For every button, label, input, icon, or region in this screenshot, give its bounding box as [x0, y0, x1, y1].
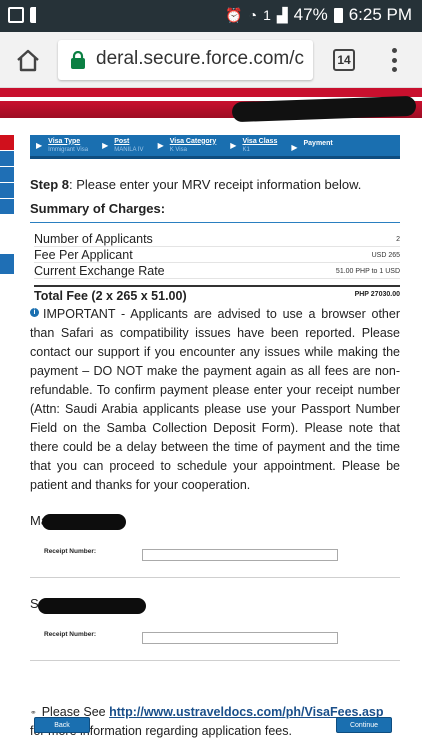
charge-label: Number of Applicants: [34, 232, 153, 246]
total-fee-row: Total Fee (2 x 265 x 51.00) PHP 27030.00: [34, 285, 400, 303]
flipboard-notification-icon: [30, 7, 46, 23]
side-nav-item[interactable]: [0, 254, 14, 274]
play-icon: ▶: [230, 140, 237, 150]
step-subtitle: Immigrant Visa: [48, 146, 89, 153]
table-row: Current Exchange Rate 51.00 PHP to 1 USD: [34, 263, 400, 279]
play-icon: ▶: [157, 140, 164, 150]
side-nav: [0, 135, 14, 275]
wifi-icon: ◔: [248, 7, 258, 23]
charge-label: Fee Per Applicant: [34, 248, 133, 262]
battery-icon: [333, 7, 343, 23]
step-visa-category[interactable]: ▶ Visa Category K Visa: [158, 138, 217, 154]
home-button[interactable]: [14, 46, 42, 74]
table-row: Number of Applicants 2: [34, 231, 400, 247]
play-icon: ▶: [102, 140, 109, 150]
lock-icon: [71, 51, 85, 69]
step-subtitle: K Visa: [169, 146, 187, 153]
step-title: Visa Type: [48, 137, 81, 145]
receipt-label: Receipt Number:: [44, 630, 97, 638]
step-title: Visa Category: [169, 137, 217, 145]
continue-button[interactable]: Continue: [336, 717, 392, 733]
status-bar: ⏰ ◔ 1 ▟ 47% 6:25 PM: [0, 0, 422, 32]
summary-title: Summary of Charges:: [30, 201, 400, 223]
home-icon: [17, 49, 39, 72]
sim-icon: 1: [263, 7, 271, 23]
important-notice: i IMPORTANT - Applicants are advised to u…: [30, 305, 400, 495]
step-subtitle: K1: [242, 146, 250, 153]
step-number: Step 8: [30, 177, 70, 192]
receipt-field-row: Receipt Number:: [44, 541, 400, 561]
divider: [30, 660, 400, 661]
table-row: Fee Per Applicant USD 265: [34, 247, 400, 263]
web-page: ▶ Visa Type Immigrant Visa ▶ Post MANILA…: [0, 88, 422, 750]
redaction-mark: [38, 598, 146, 614]
side-nav-item[interactable]: [0, 135, 14, 150]
receipt-number-input[interactable]: [142, 632, 338, 644]
charges-table: Number of Applicants 2 Fee Per Applicant…: [30, 231, 400, 279]
form-actions: Back Continue: [34, 717, 392, 733]
charge-value: 2: [396, 236, 400, 243]
receipt-field-row: Receipt Number:: [44, 624, 400, 644]
link-icon: ⚭: [30, 708, 37, 717]
total-fee-label: Total Fee (2 x 265 x 51.00): [34, 289, 187, 303]
gallery-notification-icon: [8, 7, 24, 23]
applicant-name: S: [30, 596, 400, 616]
back-button[interactable]: Back: [34, 717, 90, 733]
step-subtitle: MANILA IV: [114, 146, 144, 153]
signal-icon: ▟: [276, 6, 288, 23]
play-icon: ▶: [291, 142, 298, 152]
receipt-label: Receipt Number:: [44, 547, 97, 555]
total-fee-value: PHP 27030.00: [354, 291, 400, 298]
charge-value: USD 265: [371, 252, 400, 259]
step-title: Post: [114, 137, 130, 145]
charge-label: Current Exchange Rate: [34, 264, 165, 278]
tab-switcher-button[interactable]: 14: [333, 49, 355, 71]
progress-steps: ▶ Visa Type Immigrant Visa ▶ Post MANILA…: [30, 135, 400, 159]
url-bar[interactable]: deral.secure.force.com/c: [58, 40, 313, 80]
overflow-menu-icon[interactable]: [388, 48, 400, 72]
step-text: : Please enter your MRV receipt informat…: [69, 177, 362, 192]
step-title: Visa Class: [242, 137, 278, 145]
applicant-name: Ma: [30, 513, 400, 533]
play-icon: ▶: [36, 140, 43, 150]
notice-text: IMPORTANT - Applicants are advised to us…: [30, 307, 400, 492]
divider: [30, 577, 400, 578]
clock: 6:25 PM: [348, 5, 412, 24]
side-nav-item[interactable]: [0, 167, 14, 182]
step-visa-type[interactable]: ▶ Visa Type Immigrant Visa: [36, 138, 88, 154]
step-visa-class[interactable]: ▶ Visa Class K1: [230, 138, 277, 154]
step-post[interactable]: ▶ Post MANILA IV: [102, 138, 144, 154]
payment-panel: ▶ Visa Type Immigrant Visa ▶ Post MANILA…: [30, 135, 400, 741]
receipt-number-input[interactable]: [142, 549, 338, 561]
step-title: Payment: [303, 139, 333, 147]
step-payment: ▶ Payment: [291, 140, 332, 152]
side-nav-item[interactable]: [0, 151, 14, 166]
step-instruction: Step 8: Please enter your MRV receipt in…: [30, 177, 400, 192]
info-icon: i: [30, 308, 39, 317]
redaction-mark: [42, 514, 126, 530]
charge-value: 51.00 PHP to 1 USD: [335, 268, 400, 275]
side-nav-item[interactable]: [0, 199, 14, 214]
alarm-icon: ⏰: [225, 6, 243, 23]
browser-toolbar: deral.secure.force.com/c 14: [0, 32, 422, 88]
battery-percent: 47%: [293, 5, 328, 24]
side-nav-item[interactable]: [0, 183, 14, 198]
url-text: deral.secure.force.com/c: [96, 48, 305, 69]
